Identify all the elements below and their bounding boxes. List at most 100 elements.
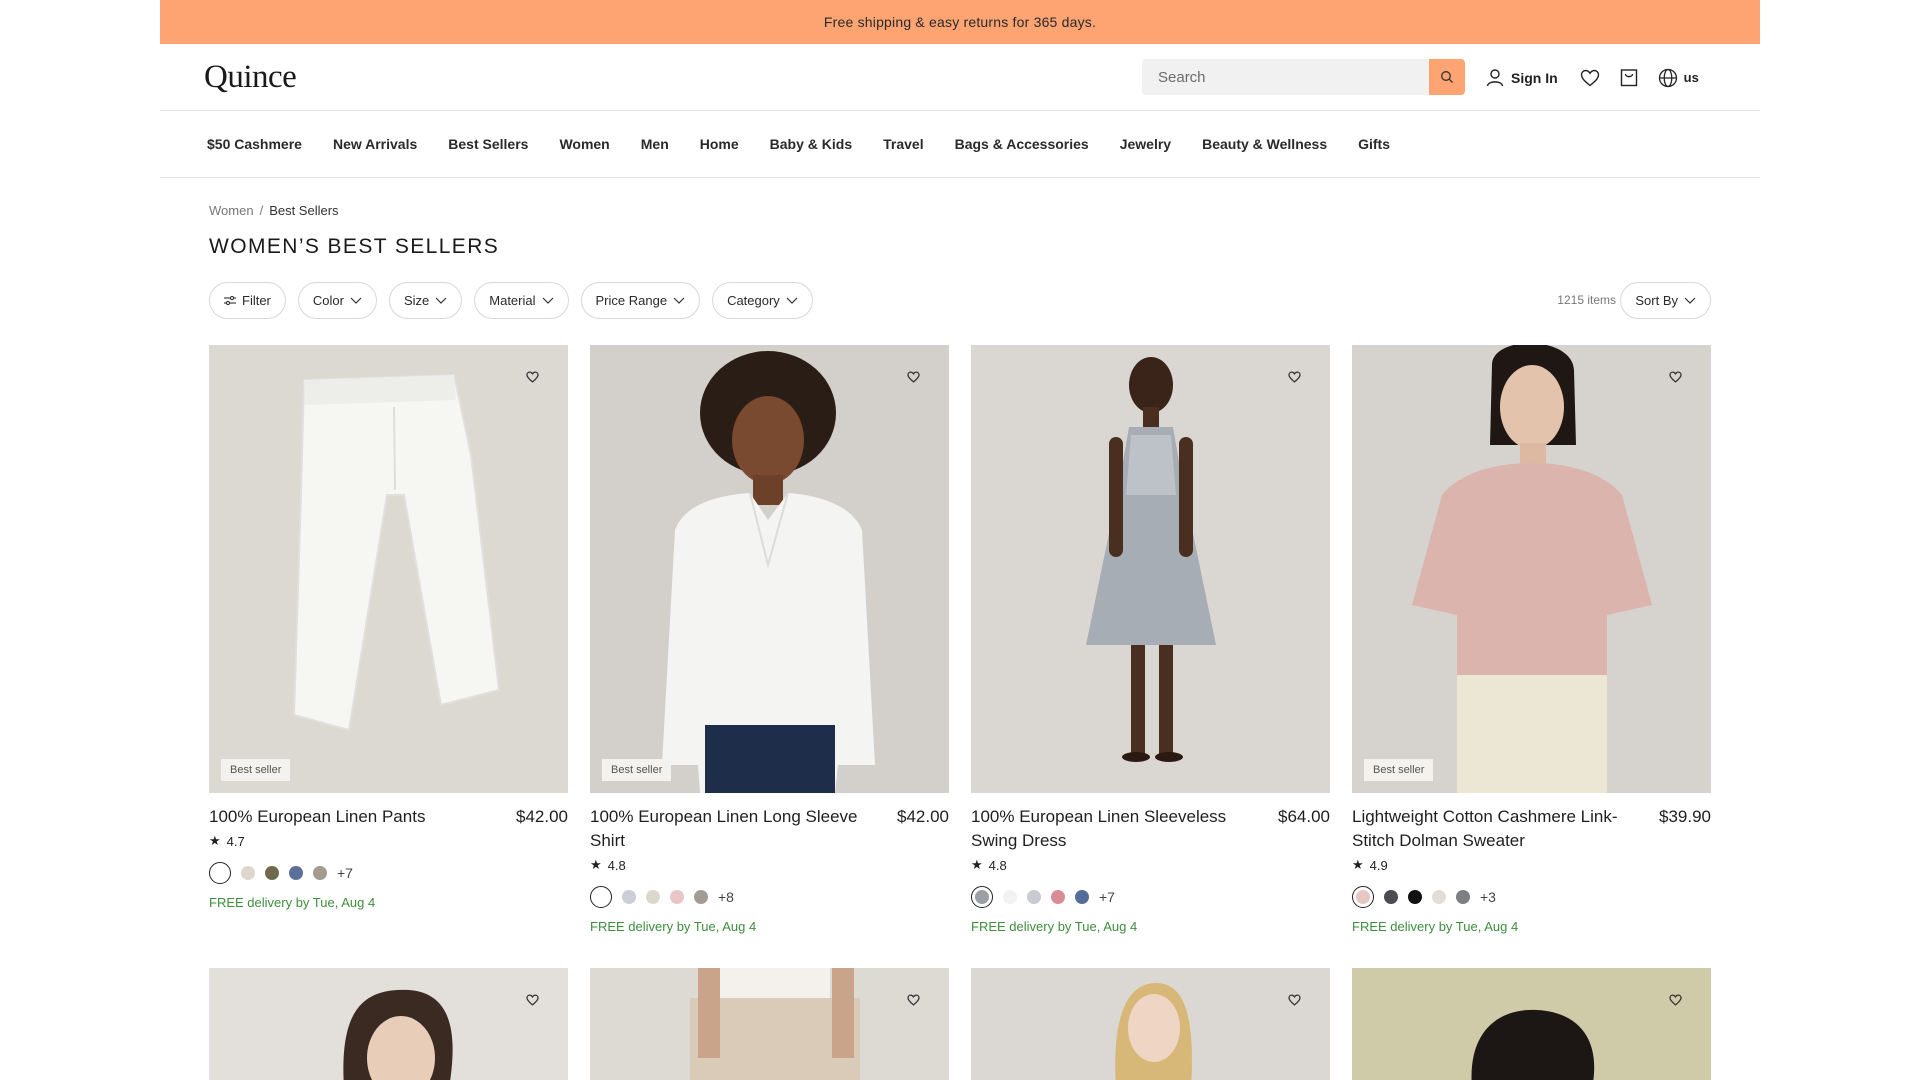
color-swatch[interactable] xyxy=(1384,890,1398,904)
nav-item-baby-kids[interactable]: Baby & Kids xyxy=(770,136,852,152)
color-swatch[interactable] xyxy=(1075,890,1089,904)
size-filter[interactable]: Size xyxy=(388,281,463,319)
product-grid: Best seller 100% European Linen Pants $4… xyxy=(209,345,1711,934)
nav-item-men[interactable]: Men xyxy=(641,136,669,152)
product-card[interactable] xyxy=(971,968,1330,1080)
product-image[interactable]: Best seller xyxy=(1352,345,1711,793)
color-swatch[interactable] xyxy=(265,866,279,880)
nav-item-bags-accessories[interactable]: Bags & Accessories xyxy=(955,136,1089,152)
wishlist-heart-button[interactable] xyxy=(1284,990,1304,1010)
product-image[interactable]: Best seller xyxy=(590,345,949,793)
wishlist-heart-button[interactable] xyxy=(1665,367,1685,387)
color-swatch[interactable] xyxy=(694,890,708,904)
nav-item-home[interactable]: Home xyxy=(700,136,739,152)
nav-item-cashmere[interactable]: $50 Cashmere xyxy=(207,136,302,152)
rating-value: 4.8 xyxy=(607,857,626,873)
product-card[interactable] xyxy=(209,968,568,1080)
logo[interactable]: Quince xyxy=(204,59,297,96)
price-range-filter[interactable]: Price Range xyxy=(580,281,701,319)
items-count: 1215 items xyxy=(1557,293,1616,307)
wishlist-heart-button[interactable] xyxy=(522,367,542,387)
more-colors[interactable]: +3 xyxy=(1480,889,1496,905)
product-card[interactable]: Best seller 100% European Linen Long Sle… xyxy=(590,345,949,934)
category-filter[interactable]: Category xyxy=(712,281,813,319)
page-title: WOMEN’S BEST SELLERS xyxy=(209,235,500,258)
nav-item-women[interactable]: Women xyxy=(559,136,609,152)
material-filter-label: Material xyxy=(489,292,536,308)
color-swatch[interactable] xyxy=(1432,890,1446,904)
product-grid-row-2 xyxy=(209,968,1711,1080)
product-card[interactable] xyxy=(590,968,949,1080)
search-input[interactable] xyxy=(1142,59,1429,95)
region-selector[interactable]: us xyxy=(1658,68,1699,88)
product-image[interactable] xyxy=(590,968,949,1080)
rating-value: 4.9 xyxy=(1369,857,1388,873)
search-button[interactable] xyxy=(1429,59,1465,95)
color-swatch[interactable] xyxy=(670,890,684,904)
shopping-bag-icon xyxy=(1620,69,1637,87)
color-swatch[interactable] xyxy=(241,866,255,880)
more-colors[interactable]: +7 xyxy=(337,865,353,881)
chevron-down-icon xyxy=(435,297,447,304)
nav-item-best-sellers[interactable]: Best Sellers xyxy=(448,136,528,152)
heart-icon xyxy=(525,371,539,383)
color-swatch[interactable] xyxy=(646,890,660,904)
sliders-icon xyxy=(224,295,236,305)
color-swatch[interactable] xyxy=(622,890,636,904)
heart-icon xyxy=(1668,371,1682,383)
color-swatch[interactable] xyxy=(289,866,303,880)
product-image[interactable] xyxy=(209,968,568,1080)
material-filter[interactable]: Material xyxy=(474,281,569,319)
nav-item-new-arrivals[interactable]: New Arrivals xyxy=(333,136,417,152)
color-swatch[interactable] xyxy=(1003,890,1017,904)
product-image[interactable] xyxy=(1352,968,1711,1080)
filter-button[interactable]: Filter xyxy=(209,281,286,319)
product-card[interactable]: Best seller 100% European Linen Pants $4… xyxy=(209,345,568,934)
linen-pants-illustration xyxy=(292,373,501,732)
product-info: Lightweight Cotton Cashmere Link-Stitch … xyxy=(1352,805,1711,853)
product-name[interactable]: 100% European Linen Pants xyxy=(209,805,425,829)
color-filter[interactable]: Color xyxy=(297,281,377,319)
wishlist-button[interactable] xyxy=(1580,69,1600,87)
product-image[interactable] xyxy=(971,345,1330,793)
color-filter-label: Color xyxy=(312,292,344,308)
wishlist-heart-button[interactable] xyxy=(903,367,923,387)
nav-item-jewelry[interactable]: Jewelry xyxy=(1120,136,1171,152)
sort-dropdown[interactable]: Sort By xyxy=(1620,281,1711,319)
sign-in-link[interactable]: Sign In xyxy=(1486,68,1558,87)
product-name[interactable]: 100% European Linen Sleeveless Swing Dre… xyxy=(971,805,1251,853)
wishlist-heart-button[interactable] xyxy=(1665,990,1685,1010)
color-swatch[interactable] xyxy=(1352,886,1374,908)
filter-label: Filter xyxy=(242,292,271,308)
color-swatch[interactable] xyxy=(1051,890,1065,904)
product-card[interactable]: Best seller Lightweight Cotton Cashmere … xyxy=(1352,345,1711,934)
cart-button[interactable] xyxy=(1620,68,1638,87)
wishlist-heart-button[interactable] xyxy=(1284,367,1304,387)
product-image[interactable] xyxy=(971,968,1330,1080)
color-swatch[interactable] xyxy=(1027,890,1041,904)
wishlist-heart-button[interactable] xyxy=(522,990,542,1010)
color-swatch[interactable] xyxy=(971,886,993,908)
color-swatch[interactable] xyxy=(590,886,612,908)
product-card[interactable]: 100% European Linen Sleeveless Swing Dre… xyxy=(971,345,1330,934)
color-swatch[interactable] xyxy=(1456,890,1470,904)
nav-item-travel[interactable]: Travel xyxy=(883,136,923,152)
nav-item-beauty-wellness[interactable]: Beauty & Wellness xyxy=(1202,136,1327,152)
more-colors[interactable]: +7 xyxy=(1099,889,1115,905)
product-card[interactable] xyxy=(1352,968,1711,1080)
breadcrumb-parent[interactable]: Women xyxy=(209,203,254,218)
chevron-down-icon xyxy=(1684,297,1696,304)
main-content: Women / Best Sellers WOMEN’S BEST SELLER… xyxy=(160,203,1760,1080)
star-icon: ★ xyxy=(971,857,983,872)
color-swatch[interactable] xyxy=(313,866,327,880)
more-colors[interactable]: +8 xyxy=(718,889,734,905)
nav-item-gifts[interactable]: Gifts xyxy=(1358,136,1390,152)
product-image[interactable]: Best seller xyxy=(209,345,568,793)
color-swatch[interactable] xyxy=(1408,890,1422,904)
product-name[interactable]: Lightweight Cotton Cashmere Link-Stitch … xyxy=(1352,805,1632,853)
breadcrumb-current: Best Sellers xyxy=(269,203,339,218)
size-filter-label: Size xyxy=(403,292,430,308)
color-swatch[interactable] xyxy=(209,862,231,884)
wishlist-heart-button[interactable] xyxy=(903,990,923,1010)
product-name[interactable]: 100% European Linen Long Sleeve Shirt xyxy=(590,805,870,853)
